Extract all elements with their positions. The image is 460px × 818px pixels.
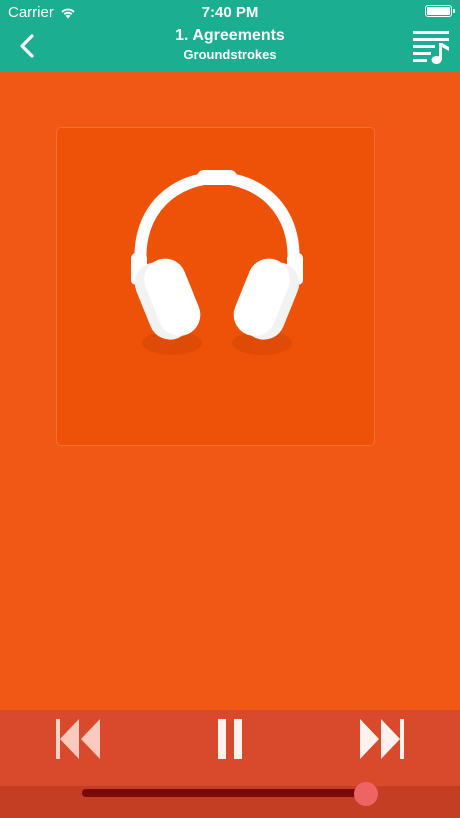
track-title: 1. Agreements xyxy=(175,27,285,44)
player-controls xyxy=(0,710,460,818)
progress-thumb[interactable] xyxy=(354,782,379,806)
pause-button[interactable] xyxy=(215,718,245,760)
album-artwork xyxy=(56,127,375,446)
playlist-icon xyxy=(413,31,449,64)
track-subtitle: Groundstrokes xyxy=(183,47,277,62)
progress-fill xyxy=(82,789,367,797)
back-button[interactable] xyxy=(14,30,44,62)
playlist-button[interactable] xyxy=(411,26,451,66)
rewind-button[interactable] xyxy=(54,718,104,760)
status-time: 7:40 PM xyxy=(201,4,259,21)
rewind-icon xyxy=(56,719,100,759)
status-bar: Carrier 7:40 PM xyxy=(0,0,460,24)
title-block: 1. Agreements Groundstrokes xyxy=(80,27,380,62)
headphones-icon xyxy=(131,170,303,355)
pause-icon xyxy=(218,719,242,759)
fast-forward-icon xyxy=(360,719,404,759)
progress-bar[interactable] xyxy=(82,789,369,797)
battery-icon xyxy=(425,5,455,17)
navigation-header: Carrier 7:40 PM 1. Agreements Groundstro… xyxy=(0,0,460,72)
fast-forward-button[interactable] xyxy=(356,718,406,760)
chevron-left-icon xyxy=(20,34,34,58)
